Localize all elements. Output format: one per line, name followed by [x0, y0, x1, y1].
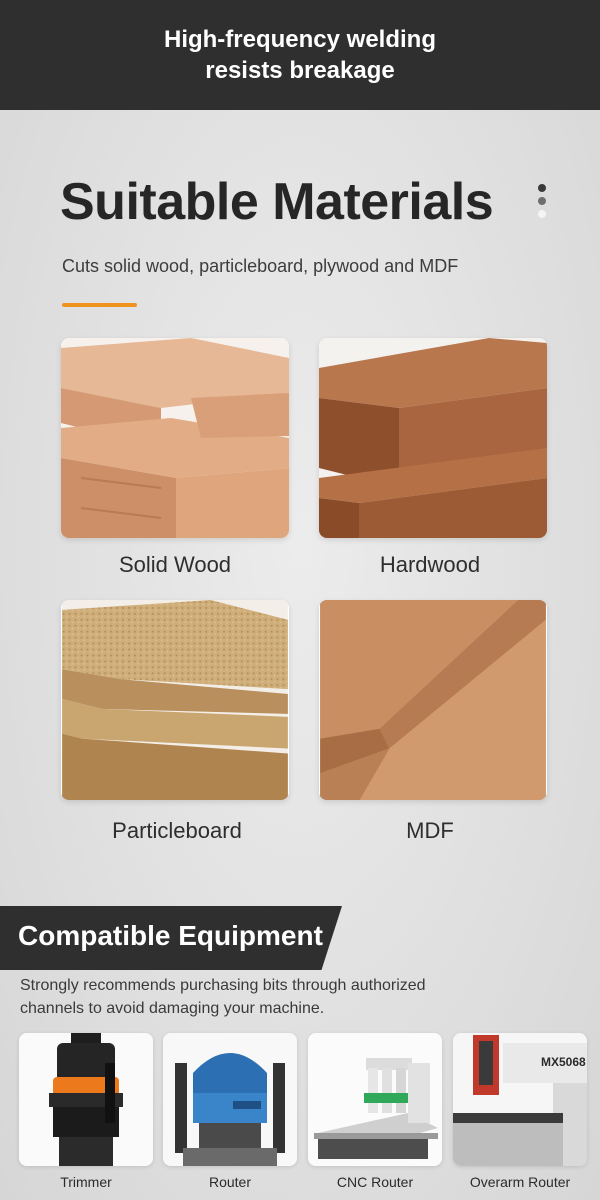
trimmer-image	[19, 1033, 153, 1166]
banner-line-1: High-frequency welding	[163, 26, 436, 53]
trimmer-illustration	[19, 1033, 153, 1166]
hardwood-image	[319, 338, 547, 538]
overarm-router-illustration: MX5068	[453, 1033, 587, 1166]
materials-subtitle: Cuts solid wood, particleboard, plywood …	[62, 256, 459, 276]
router-image	[163, 1033, 297, 1166]
particleboard-image	[61, 600, 289, 800]
mx5068-label: MX5068	[541, 1055, 586, 1069]
material-label-solid-wood: Solid Wood	[118, 552, 232, 577]
overarm-router-image: MX5068	[453, 1033, 587, 1166]
equipment-label-router: Router	[208, 1174, 252, 1190]
solid-wood-illustration	[61, 338, 289, 538]
material-label-mdf: MDF	[406, 818, 454, 843]
mdf-illustration	[320, 600, 546, 800]
pagination-dot[interactable]	[538, 210, 546, 218]
router-illustration	[163, 1033, 297, 1166]
hardwood-illustration	[319, 338, 547, 538]
pagination-dots[interactable]	[538, 184, 548, 223]
pagination-dot-active[interactable]	[538, 184, 546, 192]
equipment-label-overarm-router: Overarm Router	[469, 1174, 571, 1190]
solid-wood-image	[61, 338, 289, 538]
equipment-label-trimmer: Trimmer	[60, 1174, 112, 1190]
top-banner: High-frequency welding resists breakage	[0, 0, 600, 110]
particleboard-illustration	[62, 600, 288, 800]
equipment-description: Strongly recommends purchasing bits thro…	[20, 977, 426, 1017]
equipment-label-cnc-router: CNC Router	[336, 1174, 414, 1190]
cnc-router-illustration	[308, 1033, 442, 1166]
cnc-router-image	[308, 1033, 442, 1166]
pagination-dot[interactable]	[538, 197, 546, 205]
material-label-particleboard: Particleboard	[112, 818, 242, 843]
material-label-hardwood: Hardwood	[379, 552, 481, 577]
materials-title: Suitable Materials	[60, 173, 494, 231]
mdf-image	[319, 600, 547, 800]
banner-line-2: resists breakage	[205, 57, 395, 84]
accent-line	[62, 303, 137, 307]
equipment-title: Compatible Equipment	[18, 920, 323, 951]
